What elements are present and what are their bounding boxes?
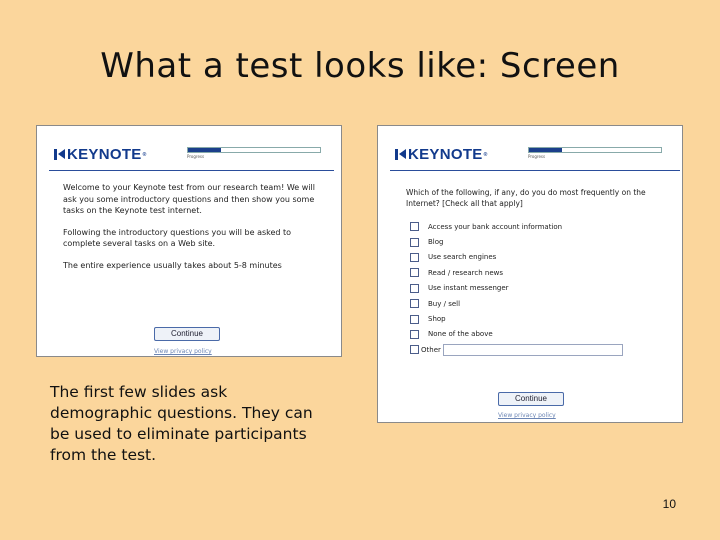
option-label: Blog xyxy=(428,238,444,247)
option-label: Use search engines xyxy=(428,253,497,262)
option-label: Access your bank account information xyxy=(428,222,563,231)
page-number: 10 xyxy=(662,497,676,511)
option-label: Other xyxy=(421,345,441,354)
progress-label: Progress xyxy=(528,154,546,159)
option-label: None of the above xyxy=(428,330,493,339)
option-label: Buy / sell xyxy=(428,299,461,308)
privacy-policy-link[interactable]: View privacy policy xyxy=(154,348,212,355)
slide-title: What a test looks like: Screen xyxy=(100,46,620,86)
answer-options: Access your bank account information Blo… xyxy=(410,219,623,358)
privacy-policy-link[interactable]: View privacy policy xyxy=(498,412,556,419)
checkbox[interactable] xyxy=(410,222,419,232)
checkbox[interactable] xyxy=(410,283,419,293)
option-search-engines[interactable]: Use search engines xyxy=(410,250,623,265)
continue-button[interactable]: Continue xyxy=(498,392,564,406)
checkbox[interactable] xyxy=(410,268,419,278)
option-none[interactable]: None of the above xyxy=(410,327,623,342)
slide-caption: The first few slides ask demographic que… xyxy=(50,383,313,464)
keynote-logo-mark-icon xyxy=(395,149,406,160)
checkbox[interactable] xyxy=(410,345,419,355)
option-buy-sell[interactable]: Buy / sell xyxy=(410,296,623,311)
checkbox[interactable] xyxy=(410,299,419,309)
continue-button[interactable]: Continue xyxy=(154,327,220,341)
progress-fill xyxy=(529,148,562,152)
keynote-logo: KEYNOTE ® xyxy=(395,146,488,163)
checkbox[interactable] xyxy=(410,237,419,247)
checkbox[interactable] xyxy=(410,314,419,324)
option-instant-messenger[interactable]: Use instant messenger xyxy=(410,281,623,296)
option-news[interactable]: Read / research news xyxy=(410,265,623,280)
option-shop[interactable]: Shop xyxy=(410,311,623,326)
intro-text: Welcome to your Keynote test from our re… xyxy=(63,182,323,281)
question-screenshot: KEYNOTE ® Progress Which of the followin… xyxy=(377,125,683,423)
option-blog[interactable]: Blog xyxy=(410,234,623,249)
keynote-logo-trademark: ® xyxy=(483,151,488,158)
intro-paragraph-duration: The entire experience usually takes abou… xyxy=(63,260,282,270)
progress-bar xyxy=(187,147,321,153)
welcome-screenshot: KEYNOTE ® Progress Welcome to your Keyno… xyxy=(36,125,342,357)
keynote-logo: KEYNOTE ® xyxy=(54,146,147,163)
checkbox[interactable] xyxy=(410,329,419,339)
question-text: Which of the following, if any, do you d… xyxy=(406,188,646,208)
option-other[interactable]: Other xyxy=(410,342,623,357)
header-divider xyxy=(390,170,680,171)
checkbox[interactable] xyxy=(410,252,419,262)
option-label: Read / research news xyxy=(428,268,504,277)
progress-label: Progress xyxy=(187,154,205,159)
keynote-logo-trademark: ® xyxy=(142,151,147,158)
intro-paragraph-welcome: Welcome to your Keynote test from our re… xyxy=(63,183,315,215)
option-label: Shop xyxy=(428,315,446,324)
header-divider xyxy=(49,170,334,171)
progress-bar xyxy=(528,147,662,153)
option-label: Use instant messenger xyxy=(428,284,509,293)
progress-fill xyxy=(188,148,221,152)
option-bank-account[interactable]: Access your bank account information xyxy=(410,219,623,234)
other-text-field[interactable] xyxy=(442,343,623,356)
keynote-logo-text: KEYNOTE xyxy=(67,146,142,163)
keynote-logo-text: KEYNOTE xyxy=(408,146,483,163)
keynote-logo-mark-icon xyxy=(54,149,65,160)
intro-paragraph-tasks: Following the introductory questions you… xyxy=(63,227,292,249)
